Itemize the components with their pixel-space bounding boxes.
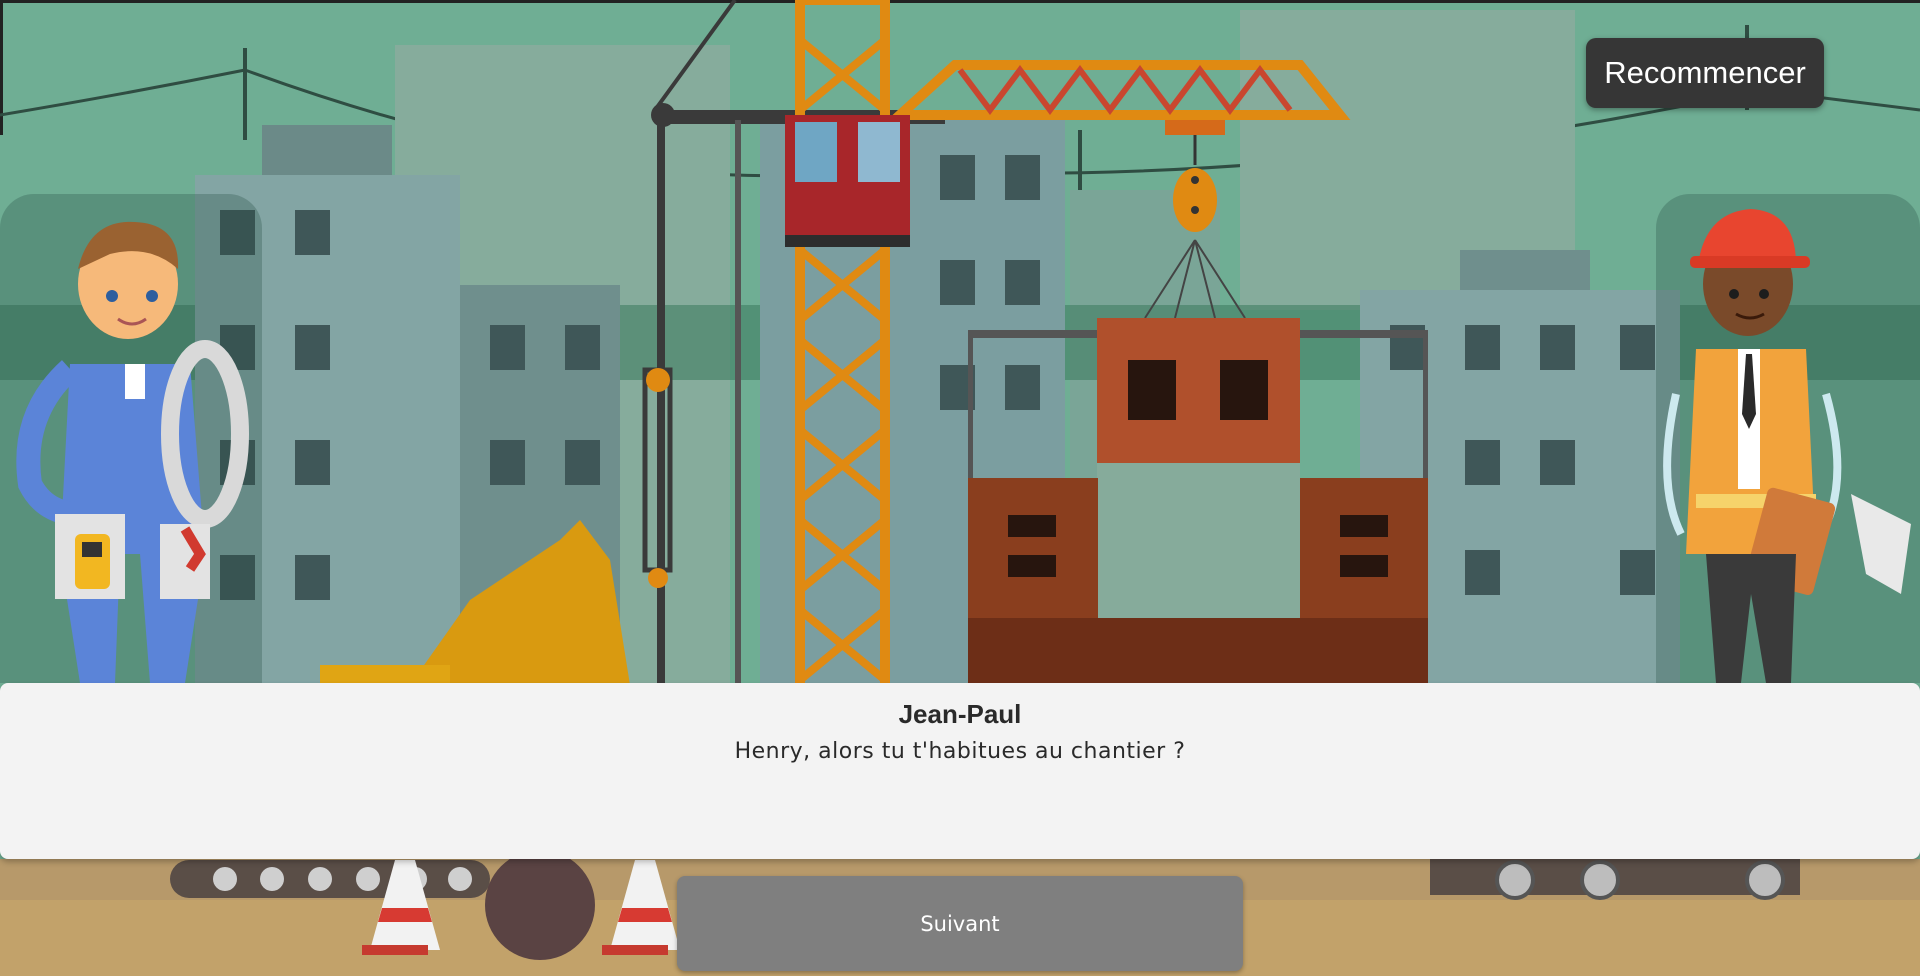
dialog-text: Henry, alors tu t'habitues au chantier ?	[734, 739, 1186, 764]
restart-button[interactable]: Recommencer	[1586, 38, 1824, 108]
character-left-panel	[0, 194, 262, 683]
speaker-name: Jean-Paul	[898, 699, 1022, 729]
dialog-box: Jean-Paul Henry, alors tu t'habitues au …	[0, 683, 1920, 859]
electrician-character-icon	[16, 221, 249, 683]
character-right-panel	[1656, 194, 1920, 683]
next-button[interactable]: Suivant	[677, 876, 1243, 971]
foreman-character-icon	[1663, 209, 1911, 683]
